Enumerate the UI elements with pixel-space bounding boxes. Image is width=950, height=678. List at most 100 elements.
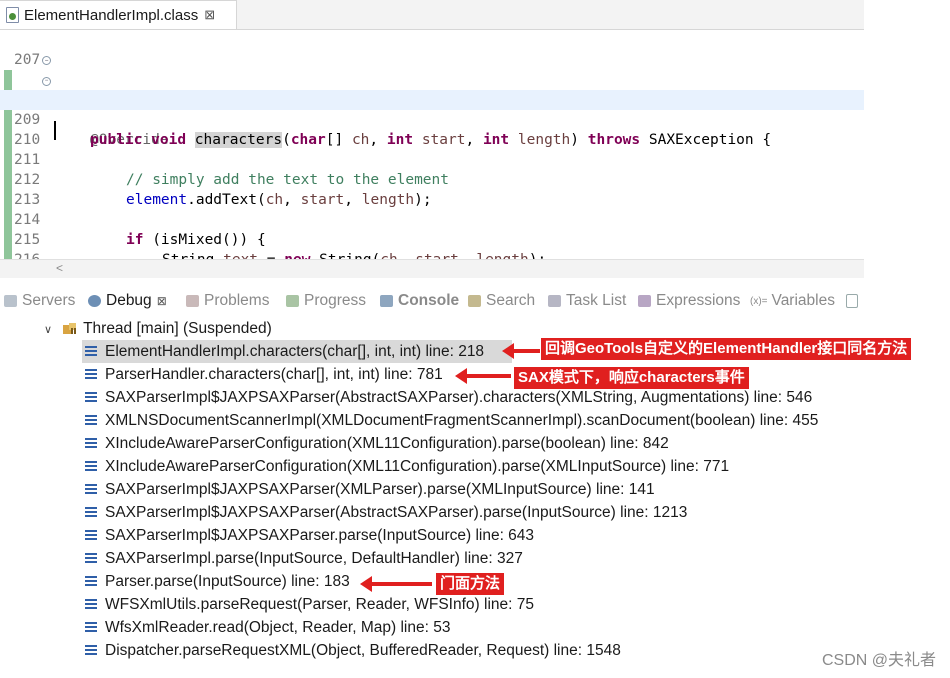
stack-frame-label: SAXParserImpl$JAXPSAXParser(AbstractSAXP…	[105, 388, 813, 406]
annotation-arrow	[360, 576, 432, 592]
code-line: 207	[0, 30, 864, 68]
tab-label: Progress	[304, 292, 367, 309]
stack-frame-icon	[85, 438, 97, 449]
stack-frame[interactable]: XIncludeAwareParserConfiguration(XML11Co…	[82, 455, 729, 478]
code-line-current: 210	[0, 90, 864, 148]
stack-frame[interactable]: WFSXmlUtils.parseRequest(Parser, Reader,…	[82, 593, 534, 616]
tab-label: Console	[398, 292, 460, 309]
editor-tab-elementhandlerimpl[interactable]: ElementHandlerImpl.class ⊠	[0, 0, 237, 29]
editor-tab-bar: ElementHandlerImpl.class ⊠	[0, 0, 864, 30]
stack-frame[interactable]: Parser.parse(InputSource) line: 183	[82, 570, 350, 593]
annotation-arrow	[455, 368, 511, 384]
stack-frame[interactable]: ParserHandler.characters(char[], int, in…	[82, 363, 443, 386]
chevron-down-icon[interactable]: ∨	[44, 323, 52, 336]
stack-frame-label: ElementHandlerImpl.characters(char[], in…	[105, 342, 485, 360]
tab-label: Search	[486, 292, 536, 309]
code-line: 208 − @Override	[0, 50, 864, 148]
stack-frame-label: SAXParserImpl$JAXPSAXParser.parse(InputS…	[105, 526, 535, 544]
stack-frame-icon	[85, 507, 97, 518]
thread-suspended-icon	[62, 322, 78, 336]
stack-frame-icon	[85, 369, 97, 380]
annotation-callout: 门面方法	[436, 573, 505, 595]
stack-frame-label: ParserHandler.characters(char[], int, in…	[105, 365, 443, 383]
close-icon[interactable]: ⊠	[204, 7, 215, 23]
tab-problems[interactable]: Problems	[186, 288, 269, 314]
code-line: 212 element.addText(ch, start, length);	[0, 130, 864, 208]
stack-frame-icon	[85, 599, 97, 610]
stack-frame[interactable]: SAXParserImpl$JAXPSAXParser(XMLParser).p…	[82, 478, 655, 501]
servers-icon	[4, 295, 17, 307]
fold-collapse-icon[interactable]: −	[42, 56, 51, 65]
stack-frame-selected[interactable]: ElementHandlerImpl.characters(char[], in…	[82, 340, 512, 363]
tab-servers[interactable]: Servers	[4, 288, 75, 314]
stack-frame-label: Parser.parse(InputSource) line: 183	[105, 572, 350, 590]
stack-frame-icon	[85, 553, 97, 564]
fold-collapse-icon[interactable]: −	[42, 77, 51, 86]
horizontal-scrollbar[interactable]: <	[0, 259, 864, 278]
stack-frame-icon	[85, 576, 97, 587]
expressions-icon	[638, 295, 651, 307]
stack-frame[interactable]: SAXParserImpl.parse(InputSource, Default…	[82, 547, 523, 570]
stack-frame-label: XIncludeAwareParserConfiguration(XML11Co…	[105, 434, 669, 452]
code-line: 214 if (isMixed()) {	[0, 170, 864, 248]
stack-frame-icon	[85, 346, 97, 357]
view-tab-bar: Servers Debug ⊠ Problems Progress Consol…	[0, 288, 870, 314]
code-line: 211 // simply add the text to the elemen…	[0, 110, 864, 188]
stack-frame-label: SAXParserImpl$JAXPSAXParser(AbstractSAXP…	[105, 503, 688, 521]
tab-label: Debug	[106, 292, 152, 309]
stack-frame-label: XMLNSDocumentScannerImpl(XMLDocumentFrag…	[105, 411, 819, 429]
annotation-arrow	[502, 343, 540, 359]
code-line: 216 node.addChild(new NodeImpl(TextInsta…	[0, 210, 864, 260]
stack-frame[interactable]: Dispatcher.parseRequestXML(Object, Buffe…	[82, 639, 621, 662]
tab-task-list[interactable]: Task List	[548, 288, 626, 314]
stack-frame-icon	[85, 415, 97, 426]
task-list-icon	[548, 295, 561, 307]
tab-label: Servers	[22, 292, 76, 309]
stack-frame-label: WFSXmlUtils.parseRequest(Parser, Reader,…	[105, 595, 534, 613]
stack-frame-icon	[85, 622, 97, 633]
annotation-callout: SAX模式下，响应characters事件	[514, 367, 749, 389]
variables-icon: (x)=	[750, 295, 768, 307]
text-caret	[54, 121, 56, 140]
stack-frame-label: XIncludeAwareParserConfiguration(XML11Co…	[105, 457, 730, 475]
stack-frame-icon	[85, 484, 97, 495]
stack-frame-label: WfsXmlReader.read(Object, Reader, Map) l…	[105, 618, 451, 636]
tab-variables[interactable]: (x)= Variables	[750, 288, 835, 314]
code-line: 217 }	[0, 230, 864, 260]
tab-label: Task List	[566, 292, 627, 309]
stack-frame-label: SAXParserImpl$JAXPSAXParser(XMLParser).p…	[105, 480, 655, 498]
tab-debug[interactable]: Debug ⊠	[88, 288, 167, 314]
stack-frame-label: Dispatcher.parseRequestXML(Object, Buffe…	[105, 641, 621, 659]
stack-frame[interactable]: SAXParserImpl$JAXPSAXParser.parse(InputS…	[82, 524, 534, 547]
code-editor[interactable]: 207 208 − @Override 209 public void char…	[0, 30, 864, 260]
thread-label: Thread [main] (Suspended)	[83, 320, 272, 337]
stack-frame[interactable]: WfsXmlReader.read(Object, Reader, Map) l…	[82, 616, 450, 639]
stack-frame[interactable]: XIncludeAwareParserConfiguration(XML11Co…	[82, 432, 669, 455]
stack-frame-icon	[85, 530, 97, 541]
stack-frame[interactable]: XMLNSDocumentScannerImpl(XMLDocumentFrag…	[82, 409, 818, 432]
problems-icon	[186, 295, 199, 307]
code-line: 213	[0, 150, 864, 208]
editor-tab-label: ElementHandlerImpl.class	[24, 6, 199, 24]
code-line: 215 String text = new String(ch, start, …	[0, 190, 864, 260]
watermark: CSDN @夫礼者	[821, 652, 936, 669]
close-icon[interactable]: ⊠	[157, 294, 167, 308]
stack-frame-icon	[85, 645, 97, 656]
tab-label: Expressions	[656, 292, 741, 309]
console-icon	[380, 295, 393, 307]
more-views-icon[interactable]	[846, 288, 863, 314]
thread-node[interactable]: ∨ Thread [main] (Suspended)	[44, 318, 272, 340]
debug-icon	[88, 295, 101, 307]
stack-frame-icon	[85, 461, 97, 472]
class-file-icon	[6, 7, 20, 23]
scroll-left-icon[interactable]: <	[56, 261, 63, 275]
stack-frame[interactable]: SAXParserImpl$JAXPSAXParser(AbstractSAXP…	[82, 501, 687, 524]
stack-frame[interactable]: SAXParserImpl$JAXPSAXParser(AbstractSAXP…	[82, 386, 812, 409]
tab-label: Variables	[771, 292, 835, 309]
progress-icon	[286, 295, 299, 307]
tab-expressions[interactable]: Expressions	[638, 288, 740, 314]
tab-progress[interactable]: Progress	[286, 288, 366, 314]
tab-console[interactable]: Console	[380, 288, 459, 314]
stack-frame-label: SAXParserImpl.parse(InputSource, Default…	[105, 549, 523, 567]
tab-search[interactable]: Search	[468, 288, 535, 314]
